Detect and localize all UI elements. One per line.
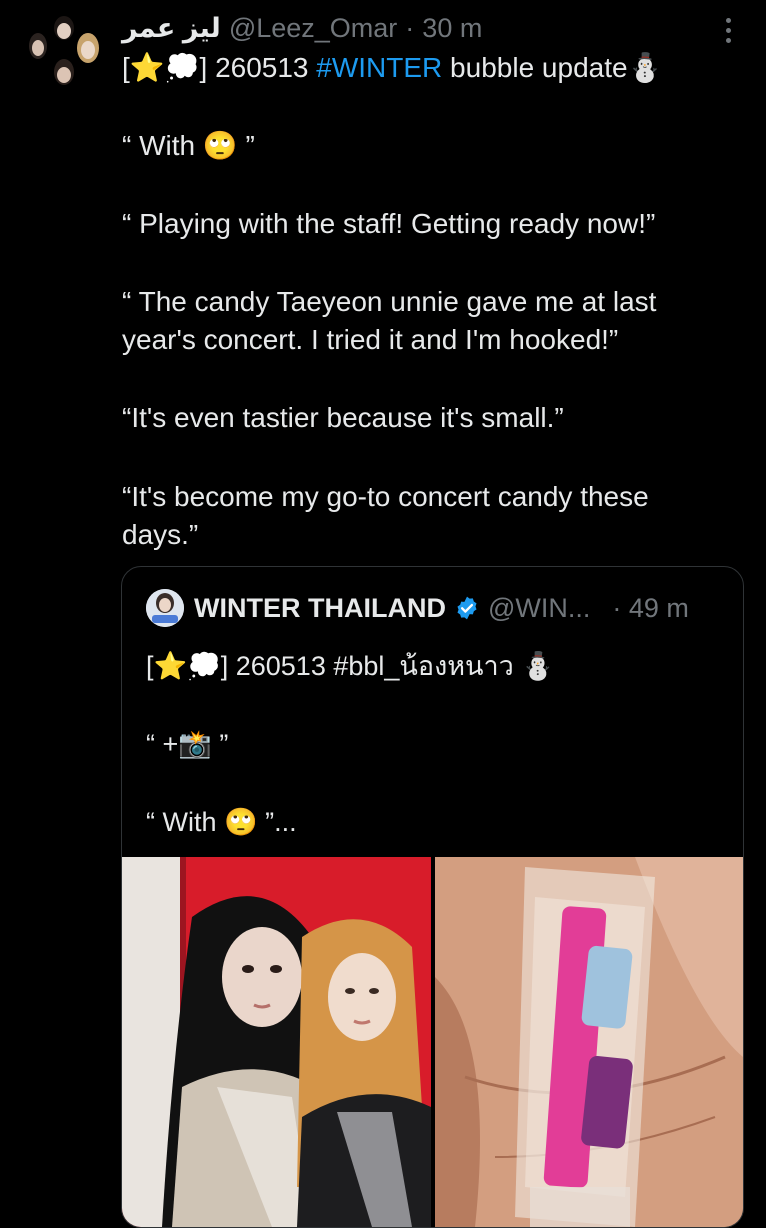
tweet-header: ليز عمر @Leez_Omar · 30 m [122, 10, 482, 46]
quoted-author-avatar[interactable] [146, 589, 184, 627]
tweet-text-suffix: bubble update⛄ [442, 52, 663, 83]
quoted-text-line-2: “ +📸 ” [146, 729, 229, 759]
quoted-text-line-3: “ With 🙄 ”... [146, 807, 297, 837]
avatar-image [24, 14, 106, 96]
candy-photo-image [435, 857, 743, 1227]
quoted-tweet-card[interactable]: WINTER THAILAND @WIN... · 49 m [⭐💭] 2605… [121, 566, 744, 1228]
more-options-icon[interactable] [712, 14, 744, 46]
author-display-name[interactable]: ليز عمر [122, 13, 221, 44]
tweet-quote-4: “It's even tastier because it's small.” [122, 402, 564, 433]
tweet-quote-3a: “ The candy Taeyeon unnie gave me at las… [122, 286, 657, 317]
tweet-quote-5a: “It's become my go-to concert candy thes… [122, 481, 649, 512]
author-handle[interactable]: @Leez_Omar [229, 13, 397, 44]
quoted-media-photo-1[interactable] [122, 857, 431, 1227]
tweet[interactable]: ليز عمر @Leez_Omar · 30 m [⭐💭] 260513 #W… [0, 0, 766, 1228]
tweet-timestamp[interactable]: 30 m [422, 13, 482, 44]
selfie-photo-image [122, 857, 431, 1227]
quoted-author-handle[interactable]: @WIN... [488, 593, 590, 624]
tweet-quote-5b: days.” [122, 519, 199, 550]
author-avatar[interactable] [24, 14, 106, 96]
hashtag-link[interactable]: #WINTER [316, 52, 442, 83]
quoted-tweet-header: WINTER THAILAND @WIN... · 49 m [194, 589, 689, 627]
quoted-media-photo-2[interactable] [435, 857, 743, 1227]
tweet-text-line-1: [⭐💭] 260513 #WINTER bubble update⛄ [122, 50, 662, 86]
tweet-quote-3b: year's concert. I tried it and I'm hooke… [122, 324, 619, 355]
quoted-avatar-image [146, 589, 184, 627]
tweet-quote-2: “ Playing with the staff! Getting ready … [122, 208, 656, 239]
tweet-quote-1: “ With 🙄 ” [122, 130, 255, 161]
verified-badge-icon [454, 595, 480, 621]
header-separator: · [405, 12, 415, 43]
quoted-text-line-1: [⭐💭] 260513 #bbl_น้องหนาว ⛄ [146, 651, 555, 681]
quoted-tweet-timestamp[interactable]: · 49 m [612, 593, 689, 624]
tweet-text-prefix: [⭐💭] 260513 [122, 52, 317, 83]
quoted-author-display-name[interactable]: WINTER THAILAND [194, 593, 446, 624]
